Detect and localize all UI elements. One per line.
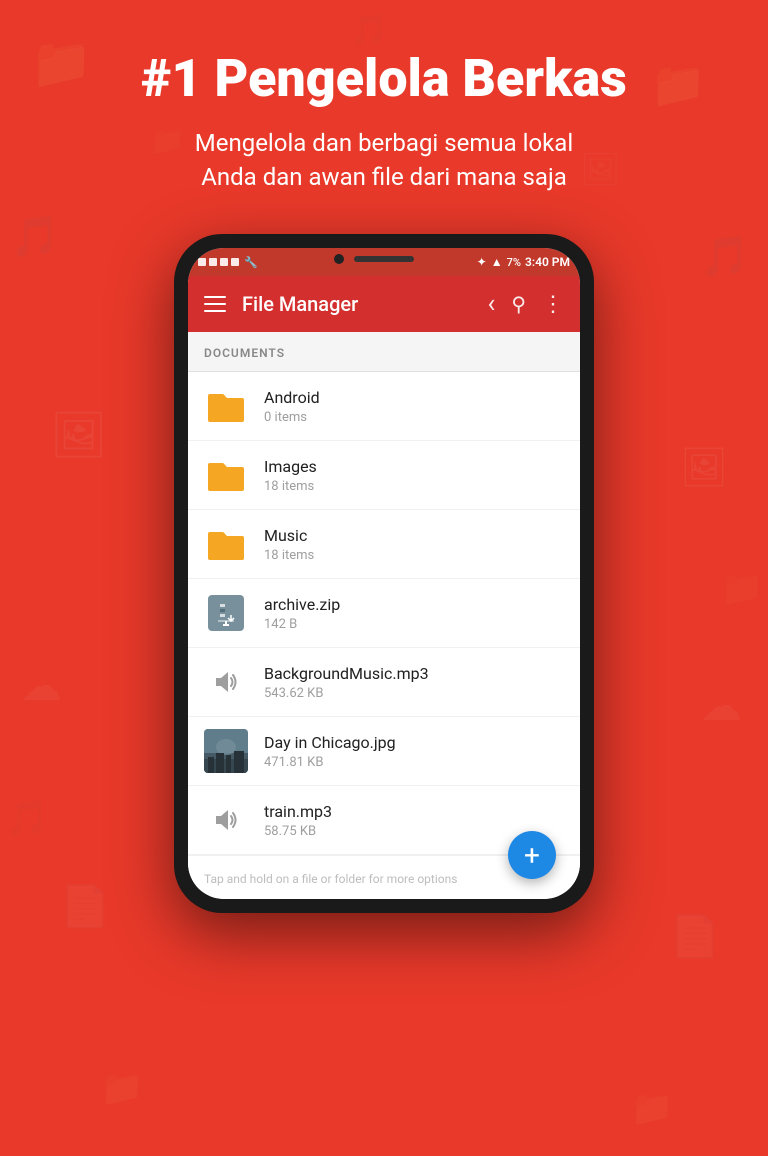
file-info-archive: archive.zip 142 B	[264, 595, 564, 632]
image-thumbnail	[204, 729, 248, 773]
audio-icon-train	[204, 798, 248, 842]
svg-text:📄: 📄	[670, 913, 720, 960]
icon2	[209, 258, 217, 266]
app-bar-title: File Manager	[242, 292, 472, 316]
fab-plus-icon: +	[524, 839, 540, 872]
speaker-icon-2	[208, 802, 244, 838]
svg-text:📁: 📁	[630, 1088, 674, 1129]
file-meta-music: 18 items	[264, 548, 564, 563]
phone-speaker	[354, 256, 414, 262]
file-name-archive: archive.zip	[264, 595, 564, 614]
file-name-train: train.mp3	[264, 802, 564, 821]
audio-icon-bgmusic	[204, 660, 248, 704]
archive-file-icon	[204, 591, 248, 635]
sub-title: Mengelola dan berbagi semua lokal Anda d…	[0, 127, 768, 194]
wifi-icon: ▲	[491, 255, 503, 269]
file-meta-images: 18 items	[264, 479, 564, 494]
hamburger-line-3	[204, 310, 226, 312]
hamburger-line-2	[204, 303, 226, 305]
file-name-android: Android	[264, 388, 564, 407]
status-bar: 🔧 ✦ ▲ 7% 3:40 PM	[188, 248, 580, 276]
folder-icon-android	[204, 384, 248, 428]
zip-icon	[208, 595, 244, 631]
file-info-chicago: Day in Chicago.jpg 471.81 KB	[264, 733, 564, 770]
search-button[interactable]: ⚲	[511, 292, 526, 316]
app-bar: File Manager ‹ ⚲ ⋮	[188, 276, 580, 332]
status-right: ✦ ▲ 7% 3:40 PM	[477, 255, 570, 269]
section-label: DOCUMENTS	[204, 346, 285, 360]
file-meta-bgmusic: 543.62 KB	[264, 686, 564, 701]
hamburger-line-1	[204, 296, 226, 298]
icon3	[220, 258, 228, 266]
clock: 3:40 PM	[525, 255, 570, 269]
file-item-bgmusic[interactable]: BackgroundMusic.mp3 543.62 KB	[188, 648, 580, 717]
main-title: #1 Pengelola Berkas	[0, 50, 768, 107]
file-meta-chicago: 471.81 KB	[264, 755, 564, 770]
file-name-bgmusic: BackgroundMusic.mp3	[264, 664, 564, 683]
file-info-bgmusic: BackgroundMusic.mp3 543.62 KB	[264, 664, 564, 701]
file-info-images: Images 18 items	[264, 457, 564, 494]
file-meta-android: 0 items	[264, 410, 564, 425]
speaker-icon	[208, 664, 244, 700]
file-item-archive[interactable]: archive.zip 142 B	[188, 579, 580, 648]
battery-level: 7%	[507, 256, 521, 269]
svg-text:📁: 📁	[100, 1068, 144, 1109]
status-left-icons: 🔧	[198, 256, 258, 269]
icon4	[231, 258, 239, 266]
file-meta-archive: 142 B	[264, 617, 564, 632]
hint-text: Tap and hold on a file or folder for mor…	[204, 872, 457, 886]
signal-icon	[198, 258, 206, 266]
file-name-chicago: Day in Chicago.jpg	[264, 733, 564, 752]
section-header: DOCUMENTS	[188, 332, 580, 372]
folder-icon-images	[204, 453, 248, 497]
hamburger-menu-button[interactable]	[204, 296, 226, 312]
tools-icon: 🔧	[244, 256, 258, 269]
image-icon-chicago	[204, 729, 248, 773]
more-options-button[interactable]: ⋮	[542, 292, 564, 317]
phone-mockup: 🔧 ✦ ▲ 7% 3:40 PM File Manager ‹	[0, 234, 768, 913]
file-name-images: Images	[264, 457, 564, 476]
file-info-music: Music 18 items	[264, 526, 564, 563]
file-item-android[interactable]: Android 0 items	[188, 372, 580, 441]
file-item-images[interactable]: Images 18 items	[188, 441, 580, 510]
file-info-android: Android 0 items	[264, 388, 564, 425]
bluetooth-icon: ✦	[477, 255, 487, 269]
file-name-music: Music	[264, 526, 564, 545]
thumbnail-preview	[204, 729, 248, 773]
app-bar-icons: ‹ ⚲ ⋮	[488, 289, 564, 319]
folder-icon-music	[204, 522, 248, 566]
back-button[interactable]: ‹	[488, 289, 496, 319]
file-list: Android 0 items Images 18 items	[188, 372, 580, 855]
file-item-chicago[interactable]: Day in Chicago.jpg 471.81 KB	[188, 717, 580, 786]
file-item-music[interactable]: Music 18 items	[188, 510, 580, 579]
